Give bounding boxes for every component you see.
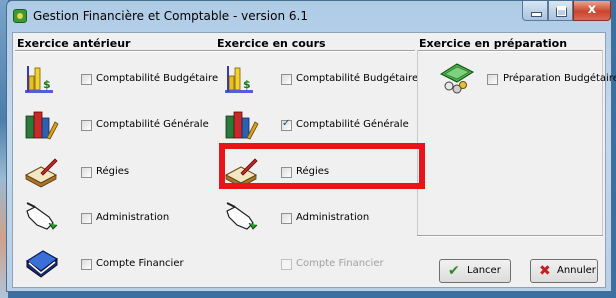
option-label[interactable]: Administration bbox=[296, 212, 369, 223]
minimize-button[interactable] bbox=[522, 1, 548, 21]
panel-heading: Exercice en préparation bbox=[419, 37, 568, 50]
svg-text:$: $ bbox=[43, 78, 51, 91]
ledger-pen-icon bbox=[24, 158, 58, 188]
maximize-button[interactable] bbox=[548, 1, 573, 21]
option-label[interactable]: Administration bbox=[96, 212, 169, 223]
option-label[interactable]: Comptabilité Générale bbox=[296, 119, 409, 130]
option-label: Compte Financier bbox=[296, 258, 384, 269]
option-row: Administration bbox=[15, 199, 213, 239]
checkbox-regies[interactable] bbox=[81, 167, 92, 178]
books-icon bbox=[225, 111, 259, 140]
highlight-box bbox=[219, 143, 425, 189]
option-row: Compte Financier bbox=[15, 245, 213, 285]
panel-heading: Exercice en cours bbox=[217, 37, 326, 50]
checkbox-compta-generale[interactable] bbox=[81, 120, 92, 131]
checkbox-compta-budgetaire[interactable] bbox=[81, 74, 92, 85]
checkbox-compta-budgetaire[interactable] bbox=[281, 74, 292, 85]
panel-heading: Exercice antérieur bbox=[17, 37, 131, 50]
option-row: $ Comptabilité Budgétaire bbox=[15, 60, 218, 100]
divider bbox=[15, 50, 215, 52]
budget-chart-icon: $ bbox=[25, 66, 53, 93]
checkbox-administration[interactable] bbox=[81, 213, 92, 224]
option-row: Comptabilité Générale bbox=[15, 106, 213, 146]
checkbox-compte-financier[interactable] bbox=[81, 259, 92, 270]
option-label[interactable]: Compte Financier bbox=[96, 258, 184, 269]
close-icon: x bbox=[587, 2, 597, 17]
panel-exercice-anterieur: Exercice antérieur $ Comptabilité Budgét… bbox=[15, 37, 218, 285]
option-label[interactable]: Régies bbox=[96, 166, 129, 177]
checkbox-compta-generale[interactable] bbox=[281, 118, 292, 131]
money-coins-icon bbox=[439, 63, 475, 94]
annuler-button[interactable]: ✖ Annuler bbox=[530, 259, 598, 283]
option-label[interactable]: Comptabilité Budgétaire bbox=[296, 73, 418, 84]
option-row: Administration bbox=[215, 199, 413, 239]
close-button[interactable]: x bbox=[573, 1, 611, 21]
checkbox-compte-financier bbox=[281, 259, 292, 270]
option-row: Comptabilité Générale bbox=[215, 106, 413, 146]
button-label: Lancer bbox=[467, 265, 501, 276]
title-bar[interactable]: Gestion Financière et Comptable - versio… bbox=[7, 1, 611, 31]
blue-book-icon bbox=[25, 250, 59, 278]
panel-exercice-en-preparation: Exercice en préparation Préparation Budg… bbox=[417, 37, 616, 285]
option-label[interactable]: Comptabilité Budgétaire bbox=[96, 73, 218, 84]
svg-text:$: $ bbox=[243, 78, 251, 91]
cross-icon: ✖ bbox=[539, 263, 551, 279]
hand-pointer-icon bbox=[226, 202, 258, 230]
checkmark-icon: ✔ bbox=[448, 263, 460, 279]
option-row: $ Comptabilité Budgétaire bbox=[215, 60, 418, 100]
books-icon bbox=[25, 111, 59, 140]
option-label[interactable]: Préparation Budgétaire bbox=[503, 73, 616, 84]
checkbox-preparation-budgetaire[interactable] bbox=[487, 74, 498, 85]
checkbox-administration[interactable] bbox=[281, 213, 292, 224]
budget-chart-icon: $ bbox=[225, 66, 253, 93]
main-content: Exercice antérieur $ Comptabilité Budgét… bbox=[12, 32, 616, 288]
lancer-button[interactable]: ✔ Lancer bbox=[439, 259, 511, 283]
option-label[interactable]: Comptabilité Générale bbox=[96, 119, 209, 130]
divider bbox=[215, 50, 415, 52]
option-row: Compte Financier bbox=[215, 245, 413, 285]
button-label: Annuler bbox=[557, 265, 596, 276]
window-title: Gestion Financière et Comptable - versio… bbox=[33, 9, 308, 23]
hand-pointer-icon bbox=[26, 202, 58, 230]
option-row: Préparation Budgétaire bbox=[417, 60, 616, 100]
app-icon bbox=[13, 9, 27, 23]
app-window: Gestion Financière et Comptable - versio… bbox=[6, 0, 616, 292]
option-row: Régies bbox=[15, 153, 213, 193]
divider bbox=[417, 235, 603, 237]
